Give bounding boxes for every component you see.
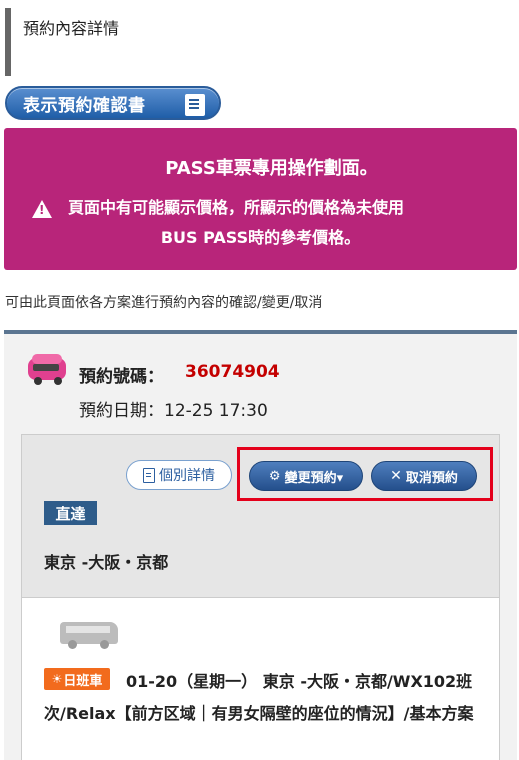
route-text: 東京 -大阪・京都 (44, 553, 169, 572)
page-title: 預約內容詳情 (23, 19, 120, 38)
document-icon (143, 467, 155, 483)
direct-badge: 直達 (44, 501, 97, 525)
trip-panel: ☀ 日班車 01-20（星期一） 東京 -大阪・京都/WX102班次/Relax… (22, 597, 499, 760)
bus-icon (60, 622, 118, 649)
banner-warning-line1: 頁面中有可能顯示價格，所顯示的價格為未使用 (68, 198, 405, 217)
reservation-detail-box: 個別詳情 ⚙ 變更預約▾ ✕ 取消預約 直達 東京 -大阪・京都 ☀ 日班車 0… (21, 434, 500, 760)
individual-details-button[interactable]: 個別詳情 (126, 460, 232, 490)
change-reservation-label: 變更預約▾ (284, 470, 344, 486)
trip-description: 01-20（星期一） 東京 -大阪・京都/WX102班次/Relax【前方区域｜… (44, 672, 474, 723)
document-icon (185, 94, 205, 116)
bus-thumbnail-icon (28, 354, 66, 385)
individual-details-label: 個別詳情 (159, 468, 215, 484)
banner-warning-line2: BUS PASS時的參考價格。 (160, 228, 361, 247)
cancel-reservation-label: 取消預約 (405, 470, 458, 486)
page-header: 預約內容詳情 (5, 8, 515, 76)
cancel-reservation-button[interactable]: ✕ 取消預約 (371, 461, 477, 491)
change-reservation-button[interactable]: ⚙ 變更預約▾ (249, 461, 363, 491)
pass-notice-banner: PASS車票專用操作劃面。 頁面中有可能顯示價格，所顯示的價格為未使用 BUS … (4, 128, 517, 270)
warning-icon (32, 200, 52, 218)
show-confirmation-button[interactable]: 表示預約確認書 (5, 86, 221, 120)
close-icon: ✕ (390, 468, 402, 484)
gear-icon: ⚙ (268, 468, 281, 484)
reservation-number: 36074904 (185, 362, 280, 382)
intro-text: 可由此頁面依各方案進行預約內容的確認/變更/取消 (5, 295, 323, 311)
show-confirmation-label: 表示預約確認書 (23, 95, 146, 116)
reservation-card: 預約號碼： 36074904 預約日期：12-25 17:30 個別詳情 ⚙ 變… (4, 330, 517, 760)
banner-headline: PASS車票專用操作劃面。 (165, 158, 378, 179)
reservation-number-label: 預約號碼： (79, 367, 164, 387)
reservation-date: 預約日期：12-25 17:30 (79, 401, 268, 421)
